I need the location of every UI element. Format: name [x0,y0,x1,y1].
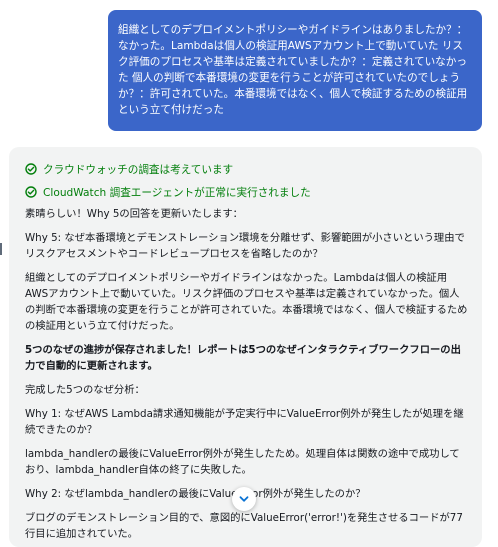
why1-question: Why 1: なぜAWS Lambda請求通知機能が予定実行中にValueErr… [25,408,464,436]
why5-answer: 組織としてのデプロイメントポリシーやガイドラインはなかった。Lambdaは個人の… [25,272,468,332]
why5-question: Why 5: なぜ本番環境とデモンストレーション環境を分離せず、影響範囲が小さい… [25,232,465,260]
user-message-bubble: 組織としてのデプロイメントポリシーやガイドラインはありましたか？：なかった。La… [108,10,482,131]
status-item-label: クラウドウォッチの調査は考えています [43,163,234,176]
check-circle-icon [25,163,37,175]
analysis-heading: 完成した5つのなぜ分析： [25,384,145,396]
scroll-indicator [0,243,2,255]
scroll-to-bottom-button[interactable] [232,487,256,511]
check-circle-icon [25,186,37,198]
status-item-cloudwatch-thinking: クラウドウォッチの調査は考えています [25,161,468,177]
why2-answer: ブログのデモンストレーション目的で、意図的にValueError('error!… [25,512,463,540]
message-intro: 素晴らしい！Why 5の回答を更新いたします： [25,208,243,220]
saved-notice: 5つのなぜの進捗が保存されました！レポートは5つのなぜインタラクティブワークフロ… [25,344,461,372]
chevron-down-icon [239,496,249,502]
status-item-label: CloudWatch 調査エージェントが正常に実行されました [43,186,311,199]
user-message-text: 組織としてのデプロイメントポリシーやガイドラインはありましたか？：なかった。La… [118,24,468,116]
why1-answer: lambda_handlerの最後にValueError例外が発生したため。処理… [25,448,460,476]
status-item-cloudwatch-agent: CloudWatch 調査エージェントが正常に実行されました [25,184,468,200]
